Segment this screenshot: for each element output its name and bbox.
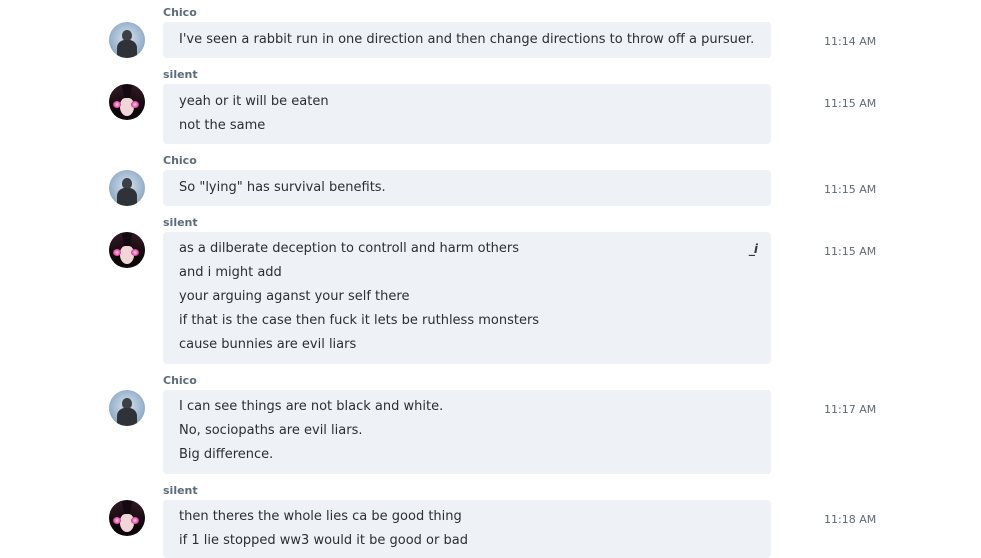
silent-avatar[interactable] [109,232,145,268]
message-text: I can see things are not black and white… [179,399,444,414]
chat-message-list: Chico I've seen a rabbit run in one dire… [0,0,981,558]
message-bubble[interactable]: _i as a dilberate deception to controll … [163,232,771,364]
sender-name[interactable]: silent [163,484,198,497]
message-bubble[interactable]: So "lying" has survival benefits. [163,170,771,206]
message-bubble[interactable]: then theres the whole lies ca be good th… [163,500,771,558]
message-text: I've seen a rabbit run in one direction … [179,32,755,47]
sender-name[interactable]: Chico [163,6,197,19]
message-text: then theres the whole lies ca be good th… [179,509,462,524]
silent-avatar[interactable] [109,500,145,536]
chico-avatar[interactable] [109,170,145,206]
edit-icon[interactable]: _i [749,242,758,256]
message-text: Big difference. [179,447,274,462]
message-text: if that is the case then fuck it lets be… [179,313,540,328]
message-text: yeah or it will be eaten [179,94,329,109]
message-text: your arguing aganst your self there [179,289,410,304]
message-timestamp: 11:17 AM [824,403,877,416]
message-text: So "lying" has survival benefits. [179,180,386,195]
message-text: if 1 lie stopped ww3 would it be good or… [179,533,468,548]
chico-avatar[interactable] [109,22,145,58]
message-text: No, sociopaths are evil liars. [179,423,363,438]
message-text: and i might add [179,265,282,280]
silent-avatar[interactable] [109,84,145,120]
message-timestamp: 11:15 AM [824,245,877,258]
sender-name[interactable]: Chico [163,374,197,387]
message-timestamp: 11:18 AM [824,513,877,526]
sender-name[interactable]: silent [163,68,198,81]
sender-name[interactable]: silent [163,216,198,229]
message-bubble[interactable]: yeah or it will be eaten not the same [163,84,771,144]
sender-name[interactable]: Chico [163,154,197,167]
message-bubble[interactable]: I've seen a rabbit run in one direction … [163,22,771,58]
message-bubble[interactable]: I can see things are not black and white… [163,390,771,474]
chico-avatar[interactable] [109,390,145,426]
message-timestamp: 11:15 AM [824,97,877,110]
message-timestamp: 11:15 AM [824,183,877,196]
message-text: as a dilberate deception to controll and… [179,241,520,256]
message-text: cause bunnies are evil liars [179,337,357,352]
message-timestamp: 11:14 AM [824,35,877,48]
message-text: not the same [179,118,266,133]
